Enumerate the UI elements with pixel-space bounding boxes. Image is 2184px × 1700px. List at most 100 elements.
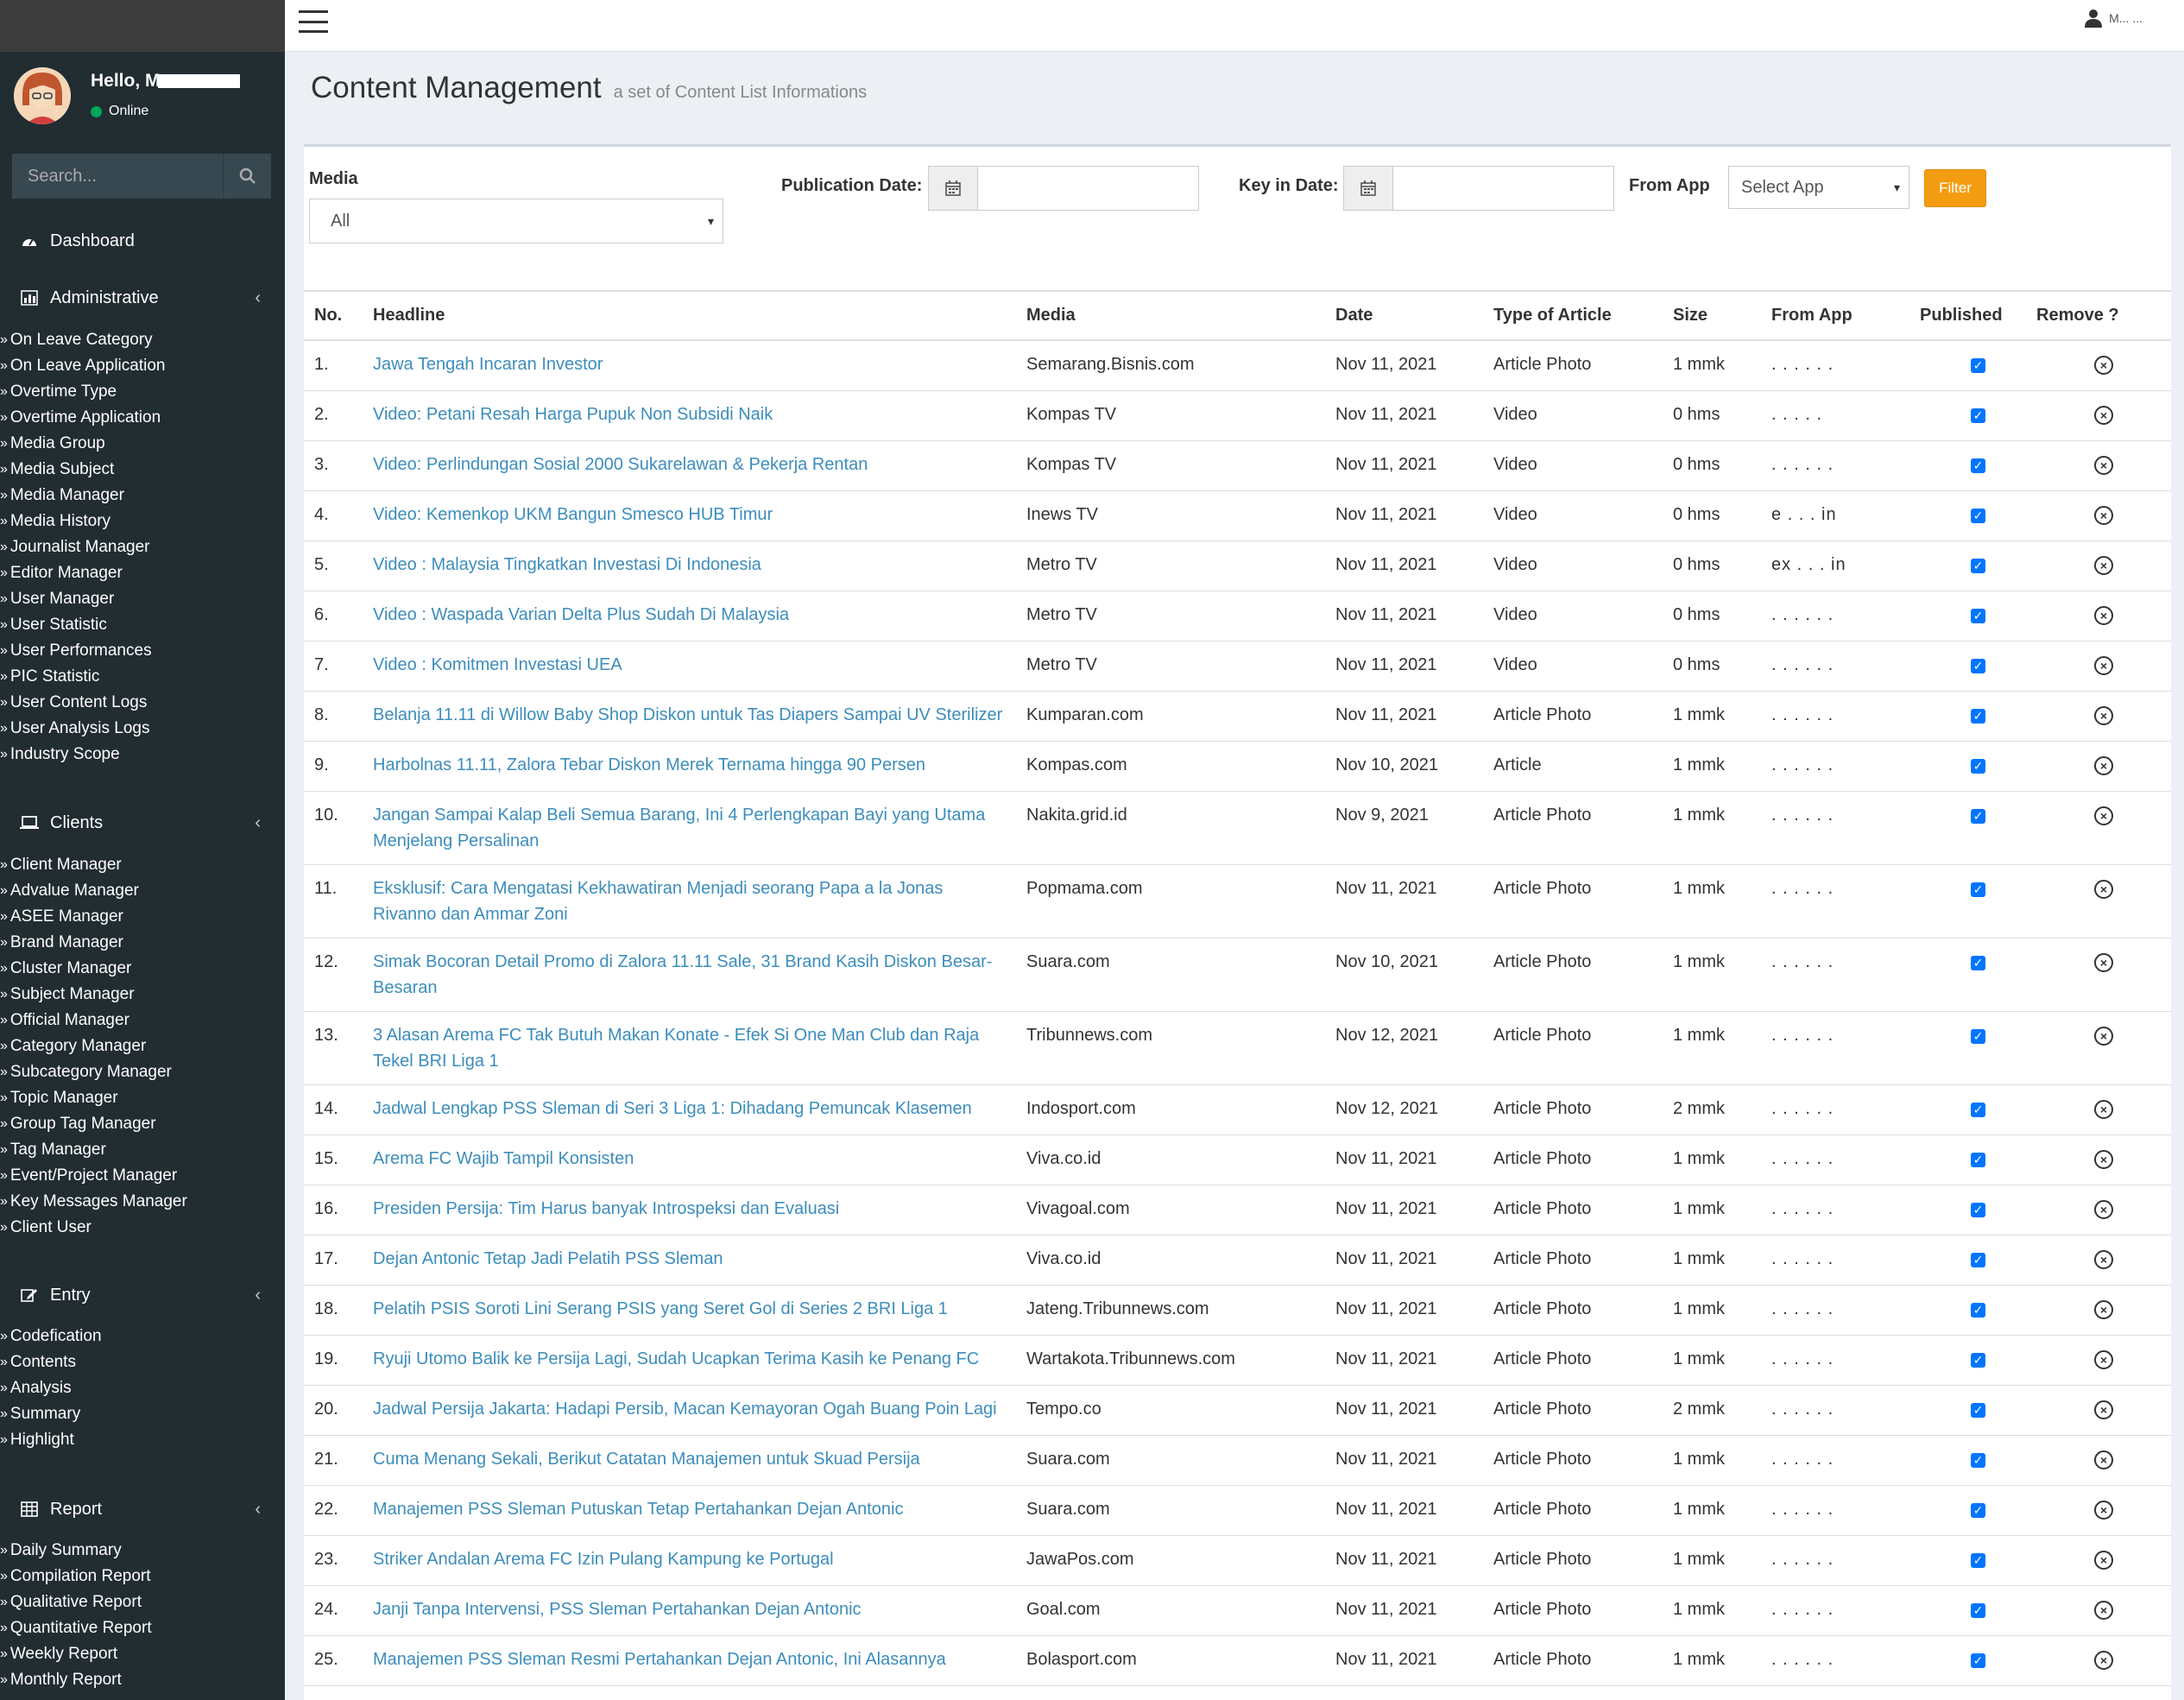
sidebar-item-quantitative-report[interactable]: » Quantitative Report: [0, 1615, 285, 1641]
published-checkbox[interactable]: ✓: [1971, 1252, 1985, 1267]
sidebar-item-summary[interactable]: » Summary: [0, 1401, 285, 1427]
headline-link[interactable]: Eksklusif: Cara Mengatasi Kekhawatiran M…: [373, 864, 1026, 938]
headline-link[interactable]: Video : Komitmen Investasi UEA: [373, 641, 1026, 692]
headline-link[interactable]: Arema FC Wajib Tampil Konsisten: [373, 1134, 1026, 1185]
headline-link[interactable]: Presiden Persija: Tim Harus banyak Intro…: [373, 1185, 1026, 1236]
headline-link[interactable]: Simak Bocoran Detail Promo di Zalora 11.…: [373, 938, 1026, 1012]
filter-button[interactable]: Filter: [1924, 169, 1986, 207]
remove-circle-icon[interactable]: ×: [2094, 952, 2113, 972]
remove-circle-icon[interactable]: ×: [2094, 605, 2113, 625]
remove-circle-icon[interactable]: ×: [2094, 505, 2113, 525]
sidebar-item-media-group[interactable]: » Media Group: [0, 431, 285, 457]
published-checkbox[interactable]: ✓: [1971, 808, 1985, 824]
sidebar-item-compilation-report[interactable]: » Compilation Report: [0, 1564, 285, 1589]
sidebar-item-media-manager[interactable]: » Media Manager: [0, 483, 285, 509]
sidebar-item-media-history[interactable]: » Media History: [0, 509, 285, 534]
user-menu[interactable]: M... ...: [2085, 9, 2143, 28]
published-checkbox[interactable]: ✓: [1971, 758, 1985, 774]
published-checkbox[interactable]: ✓: [1971, 882, 1985, 897]
sidebar-item-category-manager[interactable]: » Category Manager: [0, 1033, 285, 1059]
published-checkbox[interactable]: ✓: [1971, 1653, 1985, 1668]
from-app-select[interactable]: Select App ▾: [1728, 166, 1909, 209]
sidebar-item-subject-manager[interactable]: » Subject Manager: [0, 982, 285, 1008]
nav-dashboard[interactable]: Dashboard: [0, 226, 285, 256]
headline-link[interactable]: Jawa Tengah Incaran Investor: [373, 340, 1026, 391]
remove-circle-icon[interactable]: ×: [2094, 405, 2113, 425]
remove-circle-icon[interactable]: ×: [2094, 1026, 2113, 1046]
col-no[interactable]: No.: [304, 290, 373, 341]
search-input[interactable]: Search...: [12, 154, 223, 199]
published-checkbox[interactable]: ✓: [1971, 1352, 1985, 1368]
key-in-date-picker[interactable]: [1343, 166, 1614, 211]
remove-circle-icon[interactable]: ×: [2094, 1199, 2113, 1219]
sidebar-item-client-user[interactable]: » Client User: [0, 1215, 285, 1241]
headline-link[interactable]: Striker Andalan Arema FC Izin Pulang Kam…: [373, 1535, 1026, 1586]
calendar-icon[interactable]: [929, 167, 978, 210]
col-from-app[interactable]: From App: [1771, 290, 1920, 341]
published-checkbox[interactable]: ✓: [1971, 408, 1985, 423]
remove-circle-icon[interactable]: ×: [2094, 1650, 2113, 1670]
sidebar-item-highlight[interactable]: » Highlight: [0, 1427, 285, 1453]
remove-circle-icon[interactable]: ×: [2094, 1099, 2113, 1119]
col-published[interactable]: Published: [1920, 290, 2036, 341]
sidebar-item-event-project-manager[interactable]: » Event/Project Manager: [0, 1163, 285, 1189]
headline-link[interactable]: Manajemen PSS Sleman Putuskan Tetap Pert…: [373, 1485, 1026, 1536]
headline-link[interactable]: Belanja 11.11 di Willow Baby Shop Diskon…: [373, 691, 1026, 742]
published-checkbox[interactable]: ✓: [1971, 558, 1985, 573]
headline-link[interactable]: Pelatih PSIS Soroti Lini Serang PSIS yan…: [373, 1285, 1026, 1336]
sidebar-item-daily-summary[interactable]: » Daily Summary: [0, 1538, 285, 1564]
published-checkbox[interactable]: ✓: [1971, 1502, 1985, 1518]
sidebar-item-analysis[interactable]: » Analysis: [0, 1375, 285, 1401]
headline-link[interactable]: Manajemen PSS Sleman Resmi Pertahankan D…: [373, 1635, 1026, 1686]
published-checkbox[interactable]: ✓: [1971, 1302, 1985, 1318]
sidebar-item-advalue-manager[interactable]: » Advalue Manager: [0, 878, 285, 904]
published-checkbox[interactable]: ✓: [1971, 358, 1985, 373]
published-checkbox[interactable]: ✓: [1971, 1402, 1985, 1418]
remove-circle-icon[interactable]: ×: [2094, 1500, 2113, 1520]
sidebar-item-codefication[interactable]: » Codefication: [0, 1324, 285, 1349]
remove-circle-icon[interactable]: ×: [2094, 755, 2113, 775]
remove-circle-icon[interactable]: ×: [2094, 1450, 2113, 1469]
published-checkbox[interactable]: ✓: [1971, 1152, 1985, 1167]
sidebar-item-pic-statistic[interactable]: » PIC Statistic: [0, 664, 285, 690]
sidebar-item-media-subject[interactable]: » Media Subject: [0, 457, 285, 483]
sidebar-item-qualitative-report[interactable]: » Qualitative Report: [0, 1589, 285, 1615]
sidebar-item-official-manager[interactable]: » Official Manager: [0, 1008, 285, 1033]
sidebar-item-cluster-manager[interactable]: » Cluster Manager: [0, 956, 285, 982]
col-headline[interactable]: Headline: [373, 290, 1026, 341]
sidebar-item-group-tag-manager[interactable]: » Group Tag Manager: [0, 1111, 285, 1137]
remove-circle-icon[interactable]: ×: [2094, 555, 2113, 575]
headline-link[interactable]: Video: Petani Resah Harga Pupuk Non Subs…: [373, 390, 1026, 441]
sidebar-item-user-manager[interactable]: » User Manager: [0, 586, 285, 612]
headline-link[interactable]: Video: Perlindungan Sosial 2000 Sukarela…: [373, 440, 1026, 491]
sidebar-item-overtime-application[interactable]: » Overtime Application: [0, 405, 285, 431]
col-remove[interactable]: Remove ?: [2036, 290, 2171, 341]
headline-link[interactable]: Jadwal Persija Jakarta: Hadapi Persib, M…: [373, 1385, 1026, 1436]
media-select[interactable]: All ▾: [309, 199, 723, 243]
headline-link[interactable]: Janji Tanpa Intervensi, PSS Sleman Perta…: [373, 1585, 1026, 1636]
sidebar-item-user-statistic[interactable]: » User Statistic: [0, 612, 285, 638]
remove-circle-icon[interactable]: ×: [2094, 455, 2113, 475]
sidebar-item-subcategory-manager[interactable]: » Subcategory Manager: [0, 1059, 285, 1085]
sidebar-item-on-leave-category[interactable]: » On Leave Category: [0, 327, 285, 353]
col-type[interactable]: Type of Article: [1493, 290, 1673, 341]
remove-circle-icon[interactable]: ×: [2094, 655, 2113, 675]
sidebar-item-user-content-logs[interactable]: » User Content Logs: [0, 690, 285, 716]
search-button[interactable]: [223, 154, 271, 199]
published-checkbox[interactable]: ✓: [1971, 508, 1985, 523]
col-size[interactable]: Size: [1673, 290, 1771, 341]
key-in-date-input[interactable]: [1393, 167, 1613, 210]
sidebar-item-tag-manager[interactable]: » Tag Manager: [0, 1137, 285, 1163]
remove-circle-icon[interactable]: ×: [2094, 1600, 2113, 1620]
sidebar-item-editor-manager[interactable]: » Editor Manager: [0, 560, 285, 586]
sidebar-item-on-leave-application[interactable]: » On Leave Application: [0, 353, 285, 379]
remove-circle-icon[interactable]: ×: [2094, 1400, 2113, 1419]
sidebar-item-industry-scope[interactable]: » Industry Scope: [0, 742, 285, 768]
col-date[interactable]: Date: [1335, 290, 1493, 341]
sidebar-item-asee-manager[interactable]: » ASEE Manager: [0, 904, 285, 930]
published-checkbox[interactable]: ✓: [1971, 1102, 1985, 1117]
published-checkbox[interactable]: ✓: [1971, 1202, 1985, 1217]
remove-circle-icon[interactable]: ×: [2094, 879, 2113, 899]
published-checkbox[interactable]: ✓: [1971, 708, 1985, 724]
publication-date-input[interactable]: [978, 167, 1198, 210]
